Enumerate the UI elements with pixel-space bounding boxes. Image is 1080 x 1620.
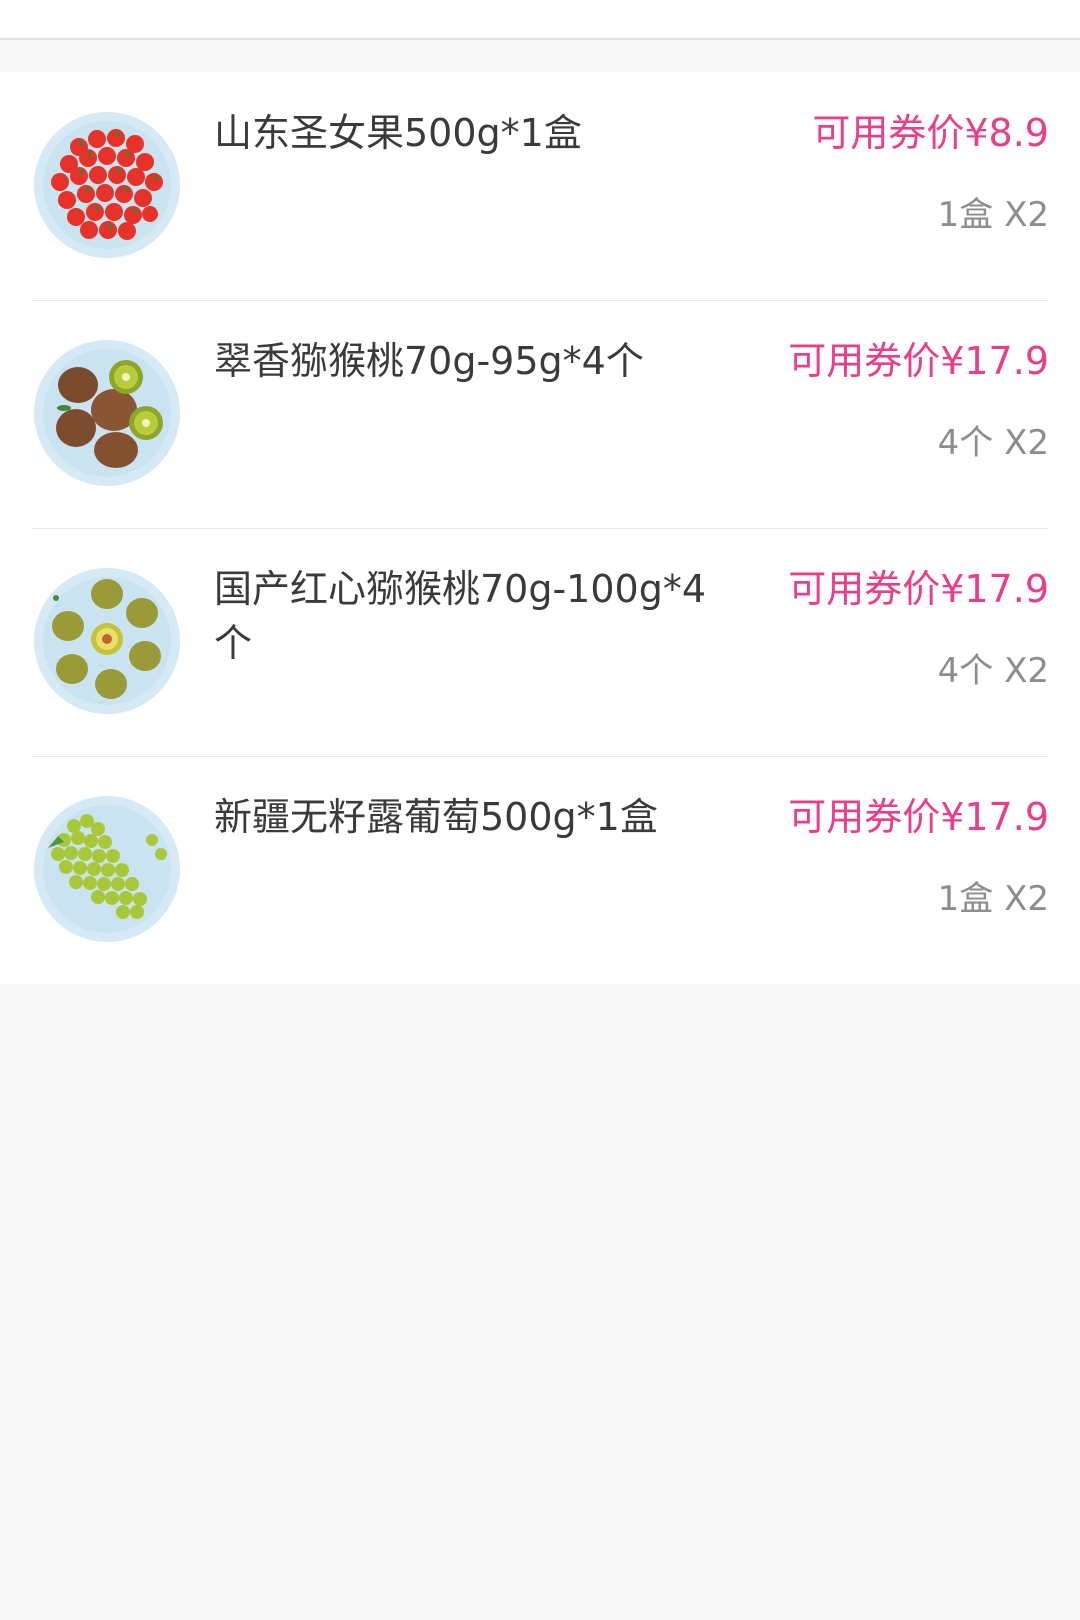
- list-item[interactable]: 山东圣女果500g*1盒 可用券价¥8.9 1盒 X2: [0, 72, 1080, 300]
- coupon-price: 可用券价¥17.9: [788, 795, 1049, 839]
- quantity-label: 4个 X2: [937, 423, 1049, 463]
- coupon-price: 可用券价¥17.9: [788, 339, 1049, 383]
- seedless-grapes-image: [34, 796, 180, 942]
- product-name: 山东圣女果500g*1盒: [214, 111, 582, 155]
- quantity-label: 1盒 X2: [937, 879, 1049, 919]
- product-name: 新疆无籽露葡萄500g*1盒: [214, 795, 658, 839]
- coupon-price: 可用券价¥17.9: [788, 567, 1049, 611]
- coupon-price: 可用券价¥8.9: [812, 111, 1049, 155]
- list-item[interactable]: 国产红心猕猴桃70g-100g*4个 可用券价¥17.9 4个 X2: [0, 528, 1080, 756]
- product-name: 国产红心猕猴桃70g-100g*4个: [214, 567, 707, 665]
- top-bar: [0, 0, 1080, 40]
- list-item[interactable]: 翠香猕猴桃70g-95g*4个 可用券价¥17.9 4个 X2: [0, 300, 1080, 528]
- product-name: 翠香猕猴桃70g-95g*4个: [214, 339, 644, 383]
- red-heart-kiwifruit-image: [34, 568, 180, 714]
- cherry-tomatoes-image: [34, 112, 180, 258]
- quantity-label: 1盒 X2: [937, 195, 1049, 235]
- kiwifruit-image: [34, 340, 180, 486]
- list-item[interactable]: 新疆无籽露葡萄500g*1盒 可用券价¥17.9 1盒 X2: [0, 756, 1080, 984]
- product-list: 山东圣女果500g*1盒 可用券价¥8.9 1盒 X2 翠香猕猴桃70g-95g…: [0, 72, 1080, 984]
- quantity-label: 4个 X2: [937, 651, 1049, 691]
